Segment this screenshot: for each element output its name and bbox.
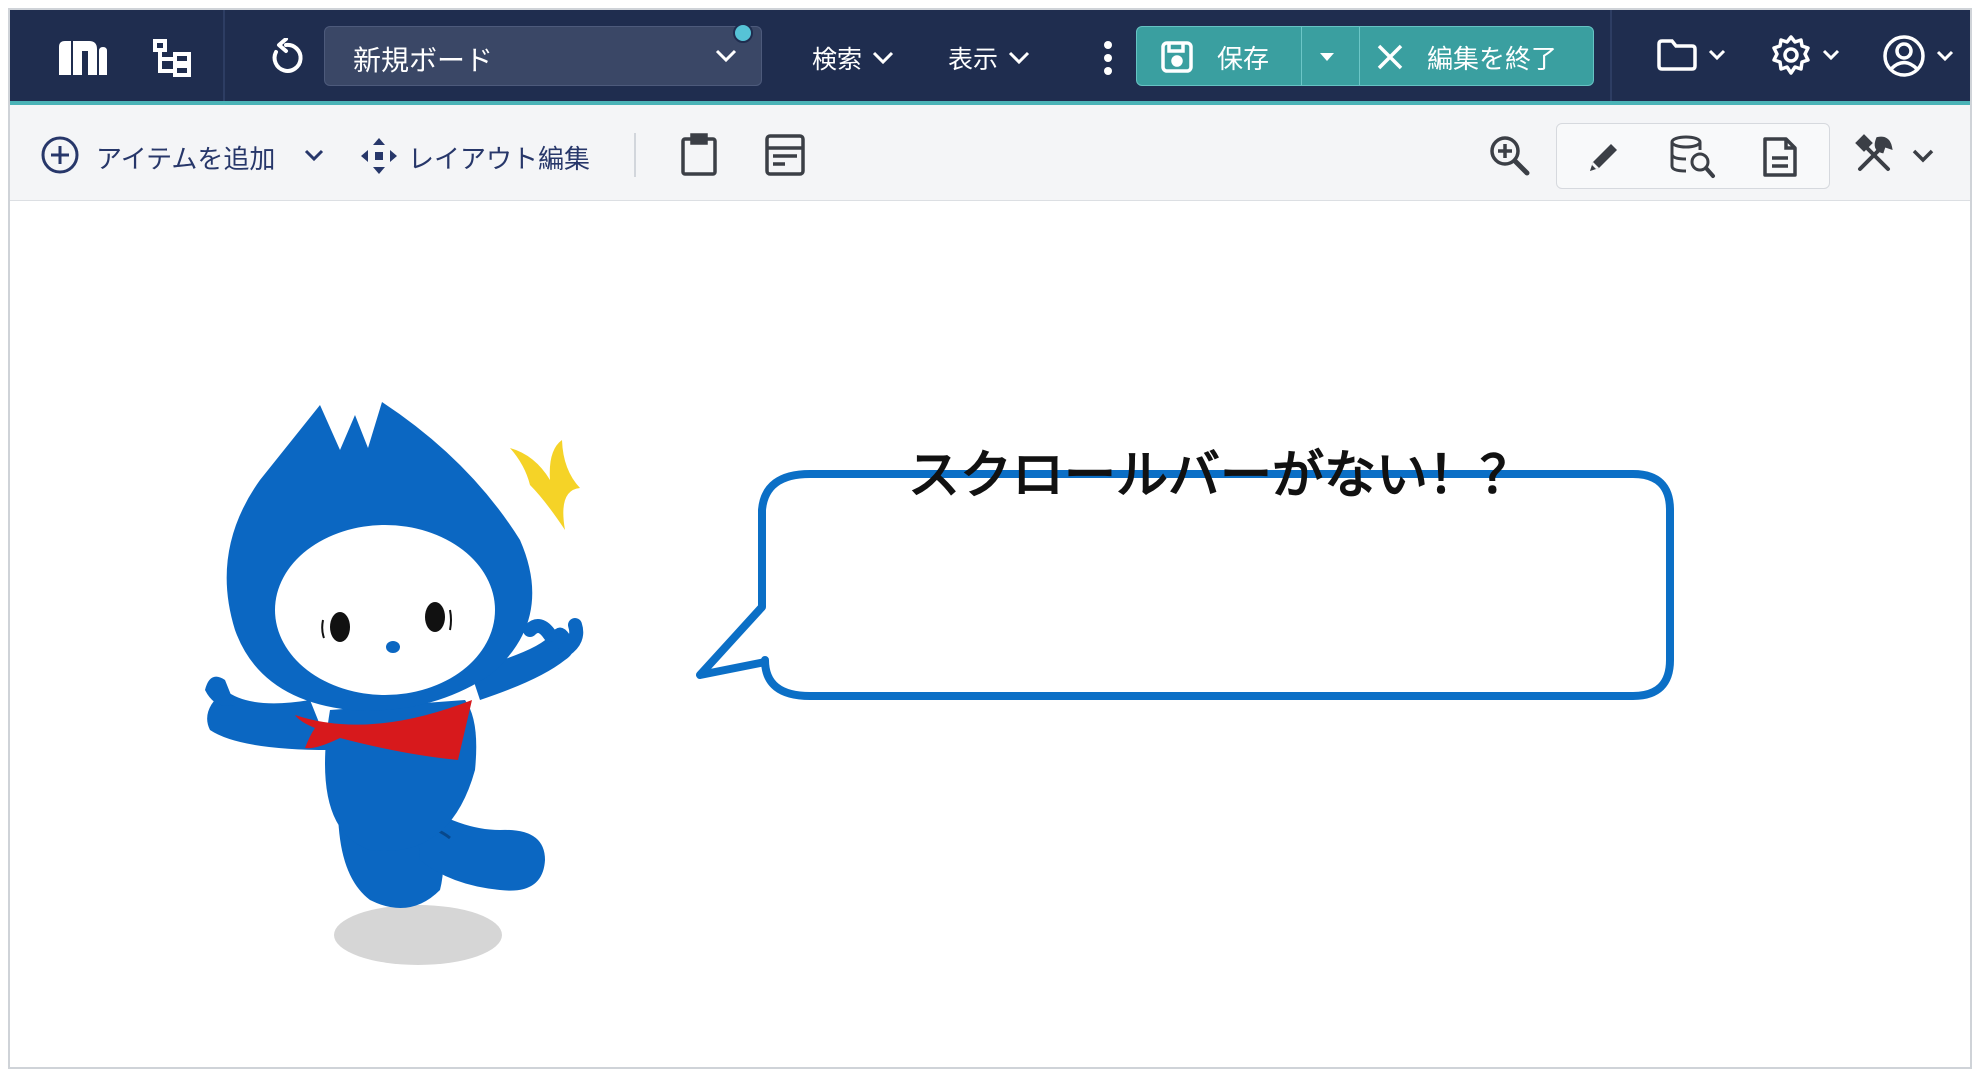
blue-mascot-character [205, 402, 584, 908]
app-window: 新規ボード 検索 表示 保存 編集を終了 アイテムを追加 レイアウト編集 スクロ… [8, 8, 1972, 1069]
surprise-sparkle [510, 440, 580, 530]
mascot-shadow [334, 905, 502, 965]
speech-bubble-text: スクロールバーがない！？ [907, 445, 1532, 506]
